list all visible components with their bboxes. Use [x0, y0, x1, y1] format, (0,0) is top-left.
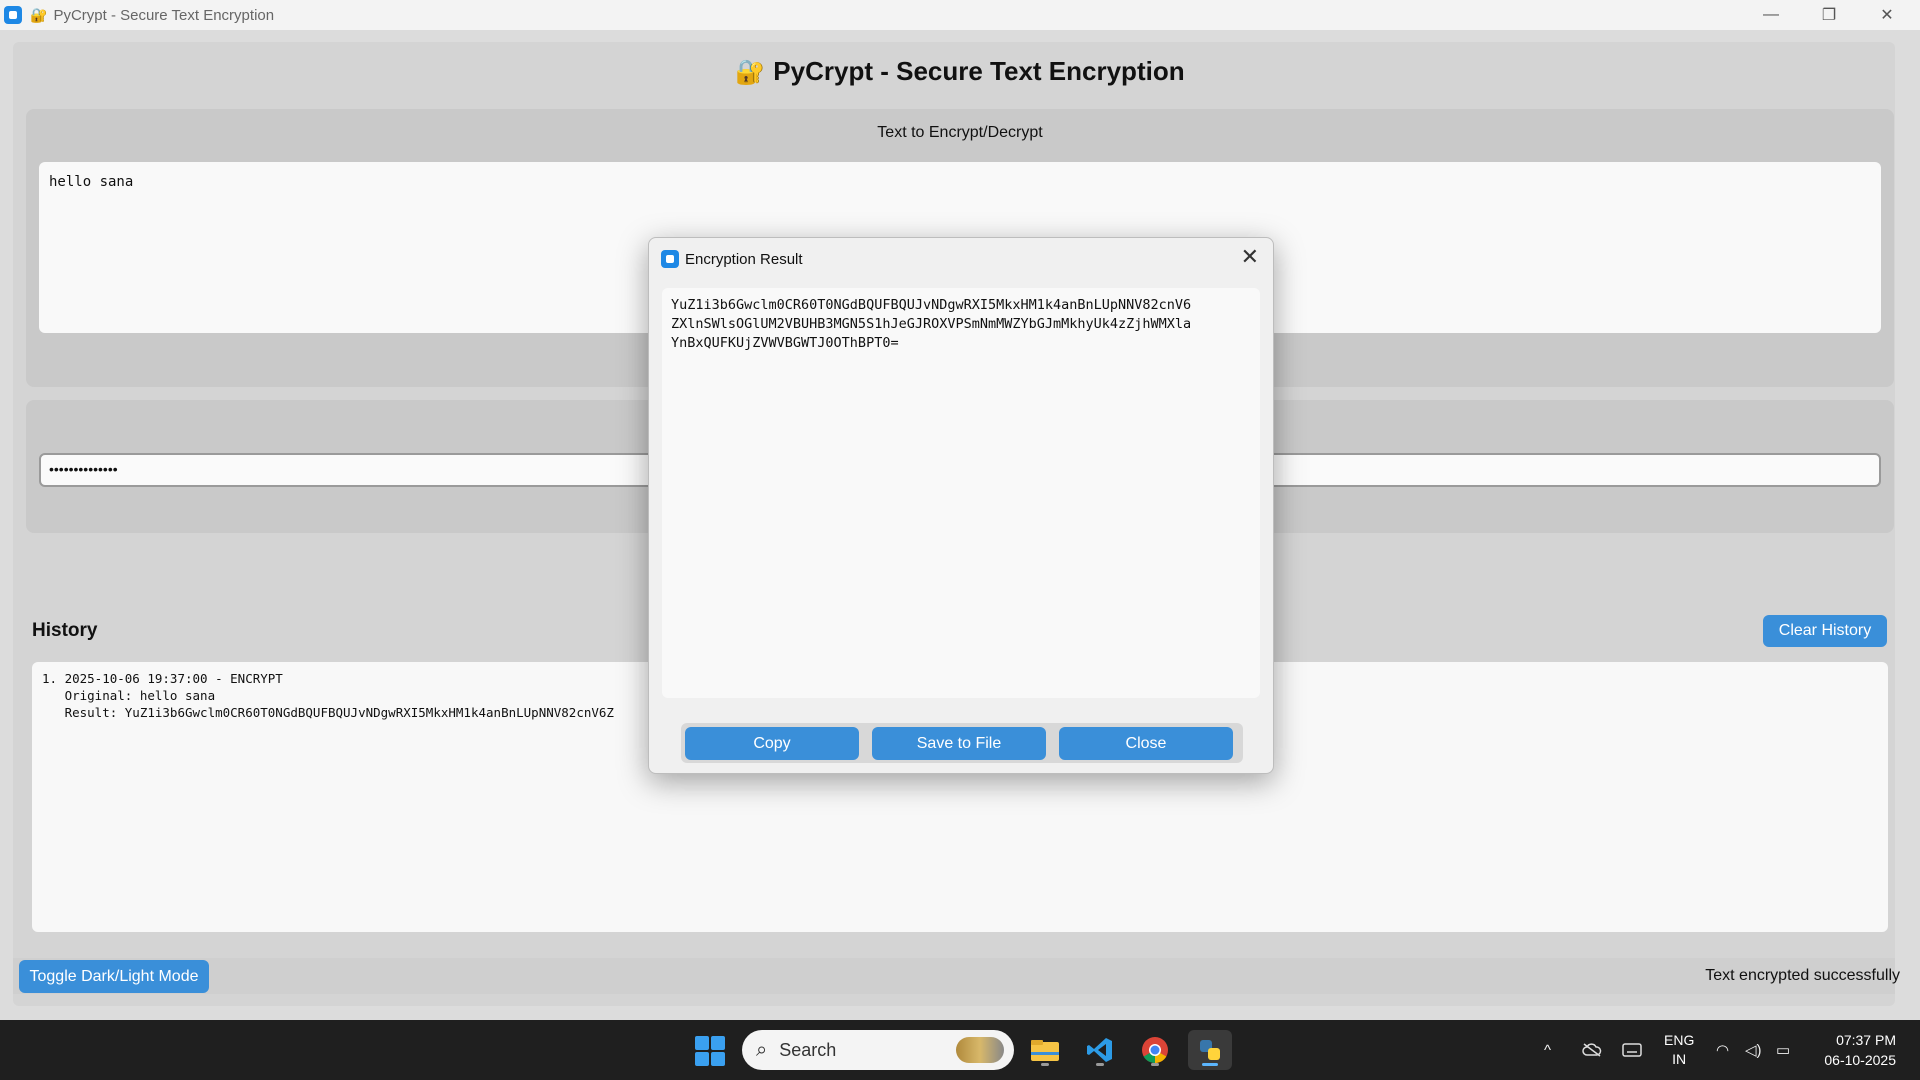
history-title: History: [32, 620, 98, 641]
language-code: ENG: [1664, 1032, 1695, 1048]
cloud-offline-icon: [1582, 1020, 1602, 1080]
search-highlight-icon: [956, 1037, 1004, 1063]
page-title: 🔐 PyCrypt - Secure Text Encryption: [0, 56, 1920, 87]
file-explorer-icon[interactable]: [1023, 1030, 1067, 1070]
wifi-icon[interactable]: ◠: [1716, 1020, 1729, 1080]
bottom-bar: [13, 958, 1895, 994]
window-close-button[interactable]: ✕: [1858, 0, 1916, 30]
window-title: PyCrypt - Secure Text Encryption: [53, 6, 275, 24]
input-label: Text to Encrypt/Decrypt: [877, 124, 1043, 141]
language-region: IN: [1672, 1051, 1687, 1067]
vscode-icon[interactable]: [1078, 1030, 1122, 1070]
taskbar: ⌕ Search ^ ENG IN ◠ ◁) ▭ 07:37 PM 06-10-…: [0, 1020, 1920, 1080]
dialog-title: Encryption Result: [685, 250, 803, 268]
clock-date: 06-10-2025: [1824, 1052, 1896, 1068]
copy-button[interactable]: Copy: [685, 727, 859, 760]
tray-chevron-icon[interactable]: ^: [1544, 1020, 1551, 1080]
result-textarea[interactable]: YuZ1i3b6Gwclm0CR60T0NGdBQUFBQUJvNDgwRXI5…: [662, 288, 1260, 698]
close-icon[interactable]: ✕: [1241, 244, 1259, 270]
dialog-button-bar: Copy Save to File Close: [681, 723, 1243, 763]
toggle-theme-button[interactable]: Toggle Dark/Light Mode: [19, 960, 209, 993]
maximize-button[interactable]: ❐: [1800, 0, 1858, 30]
dialog-close-button[interactable]: Close: [1059, 727, 1233, 760]
page-title-text: PyCrypt - Secure Text Encryption: [773, 56, 1185, 86]
app-icon: [4, 6, 22, 24]
clock-time: 07:37 PM: [1836, 1032, 1896, 1048]
clear-history-button[interactable]: Clear History: [1763, 615, 1887, 647]
language-indicator[interactable]: ENG IN: [1664, 1031, 1694, 1069]
battery-icon[interactable]: ▭: [1776, 1020, 1790, 1080]
dialog-app-icon: [661, 250, 679, 268]
window-titlebar: 🔐 PyCrypt - Secure Text Encryption — ❐ ✕: [0, 0, 1920, 30]
encryption-result-dialog: Encryption Result ✕ YuZ1i3b6Gwclm0CR60T0…: [648, 237, 1274, 774]
python-app-icon[interactable]: [1188, 1030, 1232, 1070]
chrome-icon[interactable]: [1133, 1030, 1177, 1070]
taskbar-search[interactable]: ⌕ Search: [742, 1030, 1014, 1070]
save-to-file-button[interactable]: Save to File: [872, 727, 1046, 760]
windows-start-icon[interactable]: [695, 1036, 725, 1066]
minimize-button[interactable]: —: [1742, 0, 1800, 30]
volume-icon[interactable]: ◁): [1745, 1020, 1762, 1080]
lock-icon: 🔐: [30, 6, 48, 23]
dialog-titlebar: Encryption Result: [661, 248, 803, 270]
status-text: Text encrypted successfully: [1705, 967, 1900, 984]
keyboard-icon: [1622, 1020, 1642, 1080]
lock-key-icon: 🔐: [735, 59, 766, 86]
search-icon: ⌕: [756, 1038, 768, 1061]
search-placeholder: Search: [779, 1039, 837, 1060]
clock[interactable]: 07:37 PM 06-10-2025: [1824, 1030, 1896, 1070]
